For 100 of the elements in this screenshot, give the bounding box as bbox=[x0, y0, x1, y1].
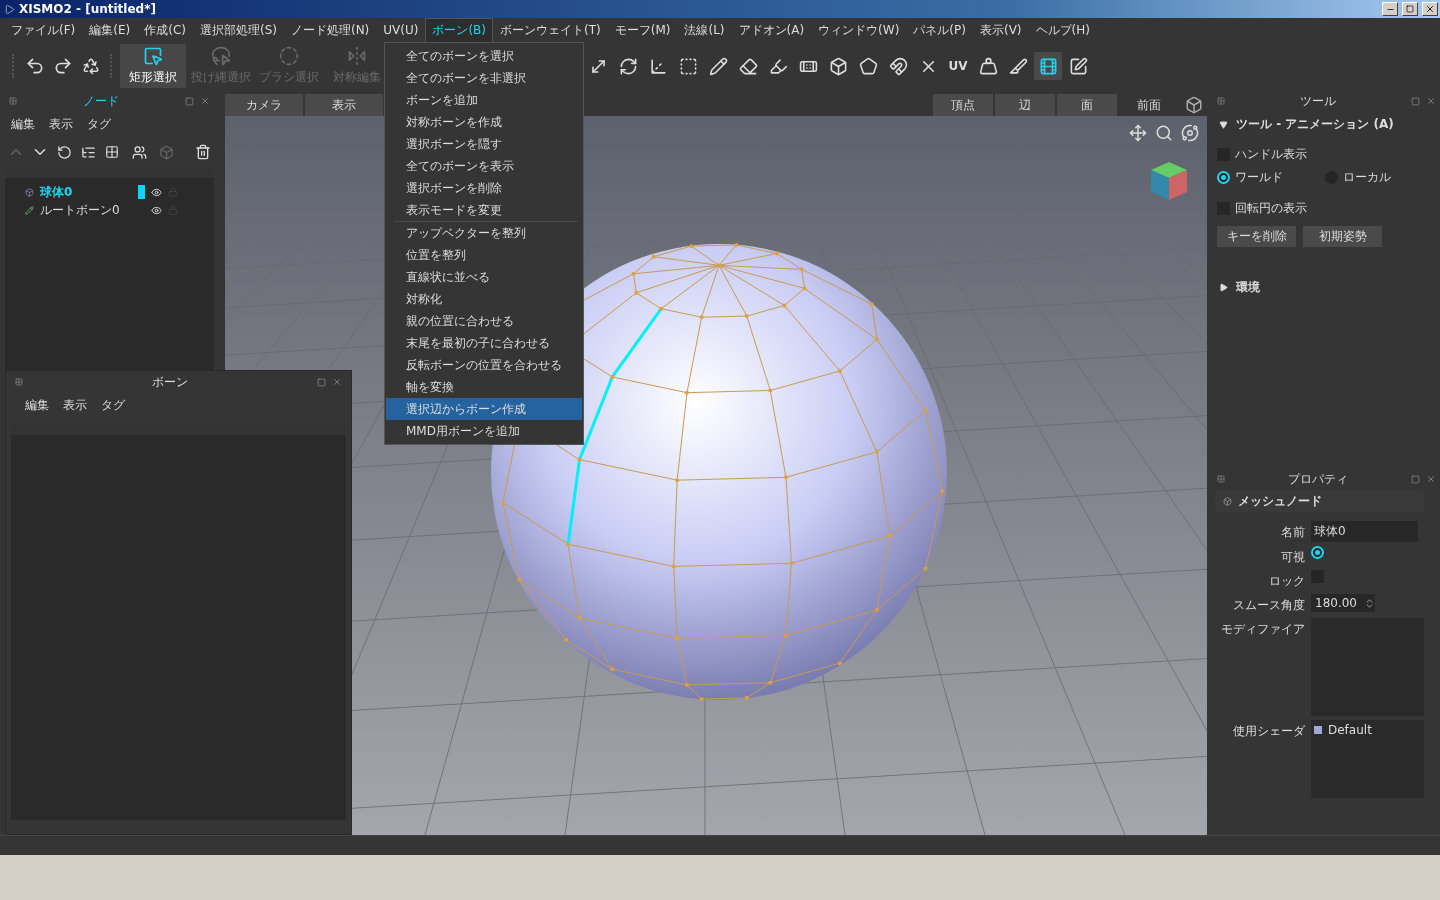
field-label: 使用シェーダ bbox=[1232, 723, 1305, 740]
dropdown-item[interactable]: 全てのボーンを表示 bbox=[386, 155, 582, 177]
zoom-icon[interactable] bbox=[1155, 124, 1173, 142]
name-field[interactable]: 球体0 bbox=[1311, 521, 1418, 542]
view-tab[interactable]: 表示 bbox=[304, 94, 383, 116]
panel-title: ツール bbox=[1299, 92, 1337, 110]
field-label: 可視 bbox=[1280, 549, 1305, 566]
select-tool-button[interactable]: 矩形選択 bbox=[120, 44, 186, 88]
menu-item[interactable]: UV(U) bbox=[376, 19, 426, 41]
dropdown-item[interactable]: 全てのボーンを選択 bbox=[386, 45, 582, 67]
film-icon[interactable] bbox=[1034, 52, 1062, 80]
dropdown-item[interactable]: 親の位置に合わせる bbox=[386, 310, 582, 332]
menu-item[interactable]: モーフ(M) bbox=[607, 17, 678, 43]
mode-tab[interactable]: 前面 bbox=[1119, 94, 1179, 116]
dropdown-item[interactable]: 位置を整列 bbox=[386, 244, 582, 266]
menu-item[interactable]: 表示(V) bbox=[972, 17, 1029, 43]
section-header[interactable]: 環境 bbox=[1213, 275, 1440, 300]
close-icon[interactable] bbox=[1426, 474, 1436, 484]
visible-toggle[interactable] bbox=[1311, 546, 1324, 559]
eye-icon[interactable] bbox=[151, 186, 162, 198]
menu-item[interactable]: ファイル(F) bbox=[4, 17, 83, 43]
field-label: スムース角度 bbox=[1232, 597, 1305, 614]
option-label: ローカル bbox=[1343, 169, 1391, 186]
menu-item[interactable]: ボーンウェイト(T) bbox=[493, 17, 608, 43]
node-row[interactable]: 球体0 bbox=[5, 183, 214, 201]
menu-item[interactable]: 表示 bbox=[63, 397, 87, 414]
square-pointer-icon bbox=[143, 46, 163, 66]
panel-button[interactable]: 初期姿勢 bbox=[1303, 226, 1382, 247]
lasso-icon bbox=[211, 46, 231, 66]
dropdown-item[interactable]: 選択ボーンを隠す bbox=[386, 133, 582, 155]
field-label: 名前 bbox=[1280, 524, 1305, 541]
dropdown-item[interactable]: ボーンを追加 bbox=[386, 89, 582, 111]
mode-tab[interactable]: 頂点 bbox=[933, 94, 993, 116]
field-label: ロック bbox=[1268, 573, 1305, 590]
eye-icon[interactable] bbox=[151, 204, 162, 216]
orbit-icon[interactable] bbox=[1181, 124, 1199, 142]
section-header[interactable]: ツール - アニメーション (A) bbox=[1213, 112, 1440, 137]
bone-icon bbox=[25, 205, 34, 215]
node-name: 球体0 bbox=[40, 183, 74, 201]
menu-item[interactable]: タグ bbox=[87, 116, 111, 133]
menu-item[interactable]: 編集 bbox=[11, 116, 35, 133]
close-icon[interactable] bbox=[332, 377, 342, 387]
panel-button[interactable]: キーを削除 bbox=[1217, 226, 1296, 247]
menu-item[interactable]: パネル(P) bbox=[906, 17, 973, 43]
menu-item[interactable]: 表示 bbox=[49, 116, 73, 133]
cube-icon bbox=[1223, 497, 1232, 506]
triangle-icon bbox=[1219, 283, 1228, 292]
window-title: XISMO2 - [untitled*] bbox=[19, 2, 157, 16]
triangle-icon bbox=[1219, 120, 1228, 129]
menu-item[interactable]: ヘルプ(H) bbox=[1028, 17, 1097, 43]
close-icon bbox=[1425, 4, 1435, 14]
mode-tab[interactable]: 面 bbox=[1057, 94, 1117, 116]
field-label: モディファイア bbox=[1220, 621, 1305, 638]
panel-title: ノード bbox=[81, 92, 120, 110]
menu-item[interactable]: 作成(C) bbox=[137, 17, 193, 43]
restore-button[interactable] bbox=[1402, 2, 1418, 16]
dropdown-item[interactable]: 対称ボーンを作成 bbox=[386, 111, 582, 133]
menu-item[interactable]: 選択部処理(S) bbox=[192, 17, 284, 43]
menu-item[interactable]: ボーン(B) bbox=[425, 17, 494, 43]
option-label: ワールド bbox=[1235, 169, 1283, 186]
menu-item[interactable]: 法線(L) bbox=[677, 17, 732, 43]
option-label: 回転円の表示 bbox=[1235, 200, 1307, 217]
close-icon[interactable] bbox=[1426, 96, 1436, 106]
section-title: メッシュノード bbox=[1238, 493, 1322, 510]
node-row[interactable]: ルートボーン0 bbox=[5, 201, 214, 219]
mode-tab[interactable]: 辺 bbox=[995, 94, 1055, 116]
dropdown-item[interactable]: 反転ボーンの位置を合わせる bbox=[386, 354, 582, 376]
drag-handle-icon bbox=[1217, 97, 1225, 105]
dropdown-item[interactable]: 対称化 bbox=[386, 288, 582, 310]
dropdown-item[interactable]: アップベクターを整列 bbox=[386, 222, 582, 244]
dropdown-item[interactable]: 軸を変換 bbox=[386, 376, 582, 398]
dropdown-item[interactable]: MMD用ボーンを追加 bbox=[386, 420, 582, 442]
close-button[interactable] bbox=[1422, 2, 1438, 16]
menu-item[interactable]: 編集(E) bbox=[82, 17, 138, 43]
mirror-icon bbox=[347, 46, 367, 66]
drag-handle-icon bbox=[1217, 475, 1225, 483]
cube-icon bbox=[25, 187, 34, 197]
view-tab[interactable]: カメラ bbox=[224, 94, 303, 116]
dropdown-item[interactable]: 末尾を最初の子に合わせる bbox=[386, 332, 582, 354]
node-name: ルートボーン0 bbox=[40, 201, 121, 219]
menu-item[interactable]: アドオン(A) bbox=[731, 17, 812, 43]
menu-item[interactable]: ウィンドウ(W) bbox=[811, 17, 907, 43]
option-label: ハンドル表示 bbox=[1235, 146, 1307, 163]
uv-button[interactable]: UV bbox=[944, 52, 972, 80]
dropdown-item[interactable]: 表示モードを変更 bbox=[386, 199, 582, 221]
dropdown-item[interactable]: 全てのボーンを非選択 bbox=[386, 67, 582, 89]
dropdown-item[interactable]: 選択ボーンを削除 bbox=[386, 177, 582, 199]
menu-item[interactable]: ノード処理(N) bbox=[283, 17, 377, 43]
menu-item[interactable]: 編集 bbox=[25, 397, 49, 414]
number-spinner[interactable]: 180.00 bbox=[1311, 594, 1375, 612]
move-icon[interactable] bbox=[1129, 124, 1147, 142]
panel-title: プロパティ bbox=[1287, 470, 1349, 488]
dropdown-item[interactable]: 直線状に並べる bbox=[386, 266, 582, 288]
dashed-circle-icon bbox=[279, 46, 299, 66]
menu-item[interactable]: タグ bbox=[101, 397, 125, 414]
dropdown-item[interactable]: 選択辺からボーン作成 bbox=[386, 398, 582, 420]
shader-item[interactable]: Default bbox=[1328, 723, 1372, 737]
minimize-button[interactable] bbox=[1382, 2, 1398, 16]
close-icon[interactable] bbox=[199, 96, 210, 106]
drag-handle-icon bbox=[9, 97, 17, 105]
